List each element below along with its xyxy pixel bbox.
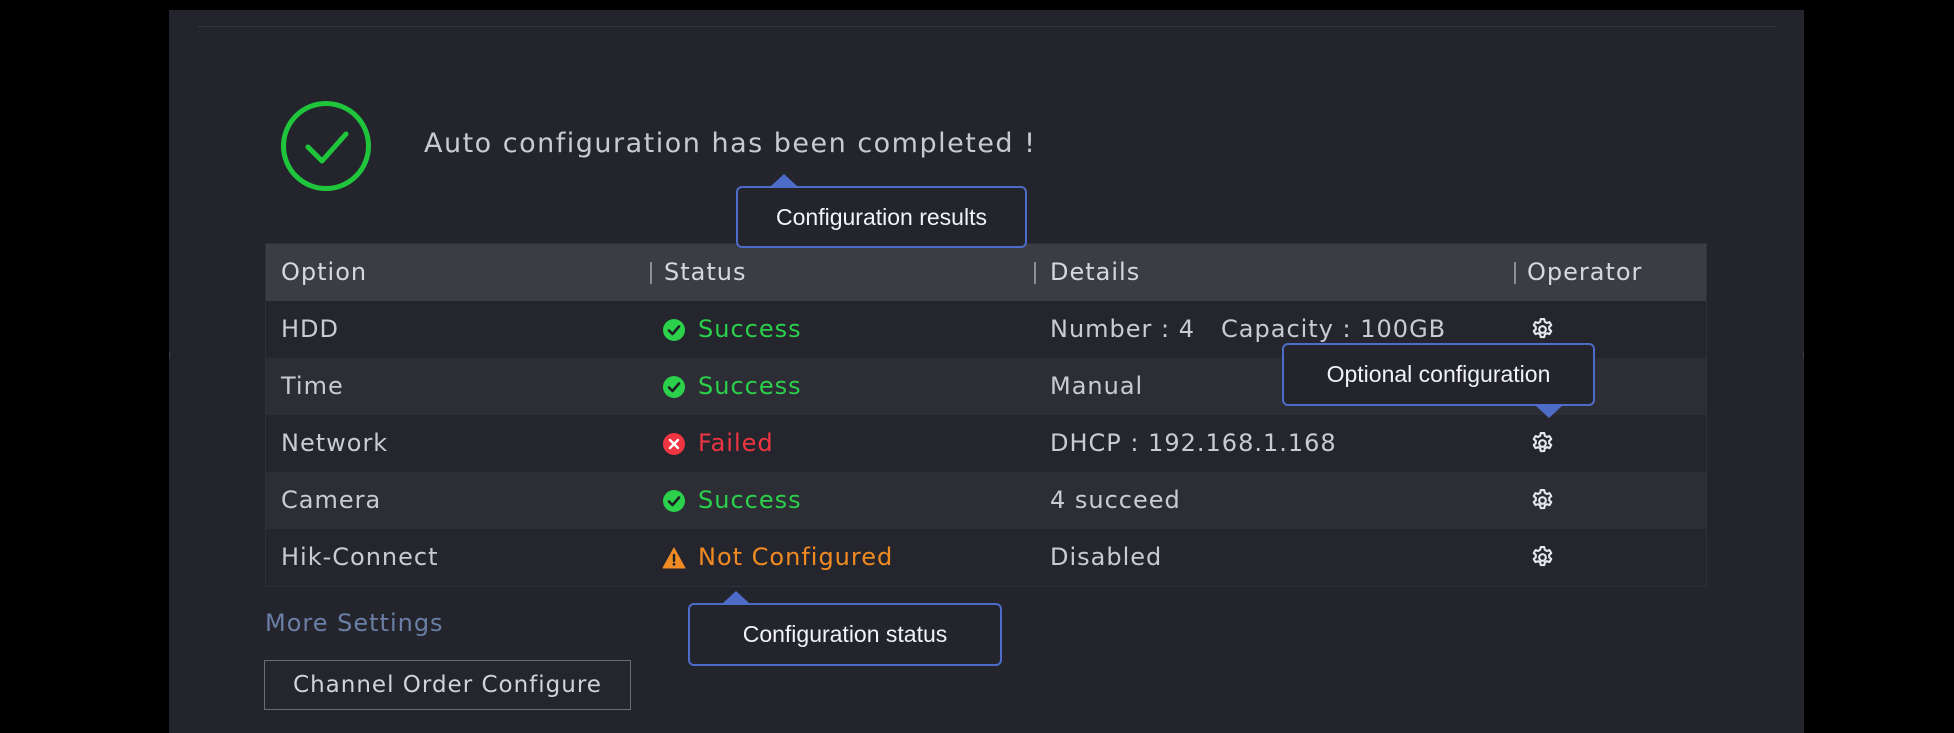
column-separator[interactable] — [650, 262, 652, 284]
status-cell: Success — [662, 472, 802, 529]
column-separator[interactable] — [1514, 262, 1516, 284]
option-cell: Time — [281, 372, 344, 400]
option-cell: Camera — [281, 486, 382, 514]
status-text: Failed — [698, 429, 774, 457]
callout-pointer — [771, 174, 797, 186]
option-cell: Network — [281, 429, 389, 457]
success-check-icon — [662, 318, 686, 342]
failed-x-icon — [662, 432, 686, 456]
table-row-camera: Camera Success 4 succeed — [266, 472, 1706, 529]
details-cell: Manual — [1050, 372, 1144, 400]
callout-pointer — [1536, 406, 1562, 418]
success-check-icon — [662, 375, 686, 399]
callout-configuration-results: Configuration results — [736, 186, 1027, 248]
column-header-details: Details — [1050, 258, 1141, 286]
table-row-hik-connect: Hik-Connect Not Configured Disabled — [266, 529, 1706, 586]
column-header-status: Status — [664, 258, 747, 286]
completed-check-icon — [281, 101, 371, 191]
option-cell: Hik-Connect — [281, 543, 439, 571]
details-cell: Disabled — [1050, 543, 1163, 571]
table-row-network: Network Failed DHCP : 192.168.1.168 — [266, 415, 1706, 472]
status-text: Success — [698, 486, 802, 514]
column-header-operator: Operator — [1527, 258, 1643, 286]
status-text: Not Configured — [698, 543, 894, 571]
gear-icon[interactable] — [1530, 317, 1555, 342]
option-cell: HDD — [281, 315, 340, 343]
more-settings-link[interactable]: More Settings — [265, 609, 444, 637]
completion-message: Auto configuration has been completed ! — [424, 128, 1037, 159]
success-check-icon — [662, 489, 686, 513]
gear-icon[interactable] — [1530, 488, 1555, 513]
status-cell: Success — [662, 301, 802, 358]
details-cell: 4 succeed — [1050, 486, 1181, 514]
callout-pointer — [723, 591, 749, 603]
table-header: Option Status Details Operator — [266, 244, 1706, 301]
details-cell: DHCP : 192.168.1.168 — [1050, 429, 1337, 457]
gear-icon[interactable] — [1530, 431, 1555, 456]
callout-optional-configuration: Optional configuration — [1282, 343, 1595, 406]
warning-triangle-icon — [662, 546, 686, 570]
status-cell: Not Configured — [662, 529, 893, 586]
panel-divider — [198, 26, 1776, 27]
column-separator[interactable] — [1034, 262, 1036, 284]
status-cell: Failed — [662, 415, 774, 472]
column-header-option: Option — [281, 258, 368, 286]
status-text: Success — [698, 372, 802, 400]
config-results-table: Option Status Details Operator HDD Succe… — [265, 243, 1707, 587]
callout-configuration-status: Configuration status — [688, 603, 1002, 666]
panel-edge-mark-left — [169, 352, 170, 358]
panel-edge-mark-right — [1803, 352, 1804, 358]
hdd-number: Number : 4 — [1050, 315, 1196, 343]
channel-order-configure-button[interactable]: Channel Order Configure — [264, 660, 631, 710]
gear-icon[interactable] — [1530, 545, 1555, 570]
status-cell: Success — [662, 358, 802, 415]
hdd-capacity: Capacity : 100GB — [1221, 315, 1447, 343]
status-text: Success — [698, 315, 802, 343]
